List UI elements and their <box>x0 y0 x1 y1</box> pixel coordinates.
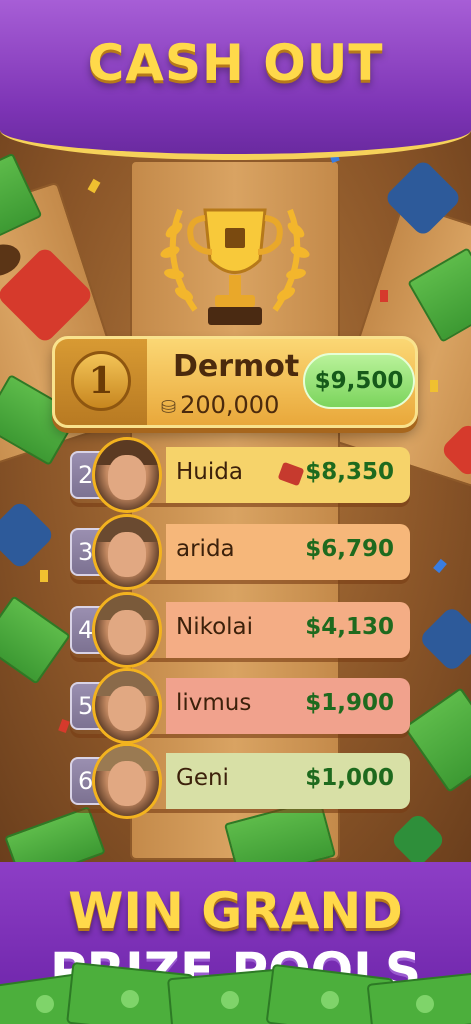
avatar <box>92 514 162 590</box>
confetti <box>430 380 438 392</box>
header-banner: CASH OUT <box>0 0 471 160</box>
avatar <box>92 668 162 744</box>
prize-amount: $8,350 <box>305 459 394 485</box>
leaderboard-row[interactable]: 2 Huida $8,350 <box>70 437 410 513</box>
bean-bag-blue <box>418 605 471 673</box>
confetti <box>58 718 70 734</box>
prize-amount: $1,000 <box>305 765 394 791</box>
rank-box: 1 <box>55 339 147 425</box>
money-pile-icon <box>0 962 471 1024</box>
row-bar: Nikolai $4,130 <box>166 602 410 658</box>
page-title: CASH OUT <box>87 34 384 92</box>
row-bar: Geni $1,000 <box>166 753 410 809</box>
leaderboard-row[interactable]: 3 arida $6,790 <box>70 514 410 590</box>
leaderboard-row[interactable]: 5 livmus $1,900 <box>70 668 410 744</box>
rank-badge: 1 <box>71 351 131 411</box>
leaderboard-row[interactable]: 6 Geni $1,000 <box>70 743 410 819</box>
player-name: livmus <box>176 690 252 716</box>
confetti <box>380 290 388 302</box>
leaderboard-first-place[interactable]: 1 Dermot ⛁ 200,000 $9,500 <box>52 336 418 428</box>
score-value: 200,000 <box>180 391 280 419</box>
money-bill <box>4 806 106 870</box>
leaderboard-row[interactable]: 4 Nikolai $4,130 <box>70 592 410 668</box>
trophy-icon <box>160 208 310 325</box>
avatar <box>92 437 162 513</box>
confetti <box>433 558 447 574</box>
player-name: Dermot <box>173 349 300 384</box>
row-bar: Huida $8,350 <box>166 447 410 503</box>
player-name: arida <box>176 536 235 562</box>
row-bar: arida $6,790 <box>166 524 410 580</box>
row-bar: livmus $1,900 <box>166 678 410 734</box>
prize-amount: $6,790 <box>305 536 394 562</box>
card-icon <box>277 461 305 487</box>
player-name: Geni <box>176 765 229 791</box>
footer-banner: WIN GRAND PRIZE POOLS <box>0 862 471 1024</box>
prize-pill: $9,500 <box>303 353 415 409</box>
trophy-illustration <box>150 190 320 340</box>
bean-bag-green <box>389 811 447 869</box>
confetti <box>87 178 101 194</box>
chip-stack-icon: ⛁ <box>161 397 177 418</box>
prize-amount: $1,900 <box>305 690 394 716</box>
money-bill <box>0 595 71 685</box>
avatar <box>92 592 162 668</box>
prize-amount: $4,130 <box>305 614 394 640</box>
player-name: Huida <box>176 459 243 485</box>
confetti <box>40 570 48 582</box>
footer-headline: WIN GRAND <box>68 882 403 940</box>
bean-bag-blue <box>0 499 56 571</box>
player-score: ⛁ 200,000 <box>161 391 279 419</box>
avatar <box>92 743 162 819</box>
money-bill <box>403 687 471 793</box>
player-name: Nikolai <box>176 614 254 640</box>
